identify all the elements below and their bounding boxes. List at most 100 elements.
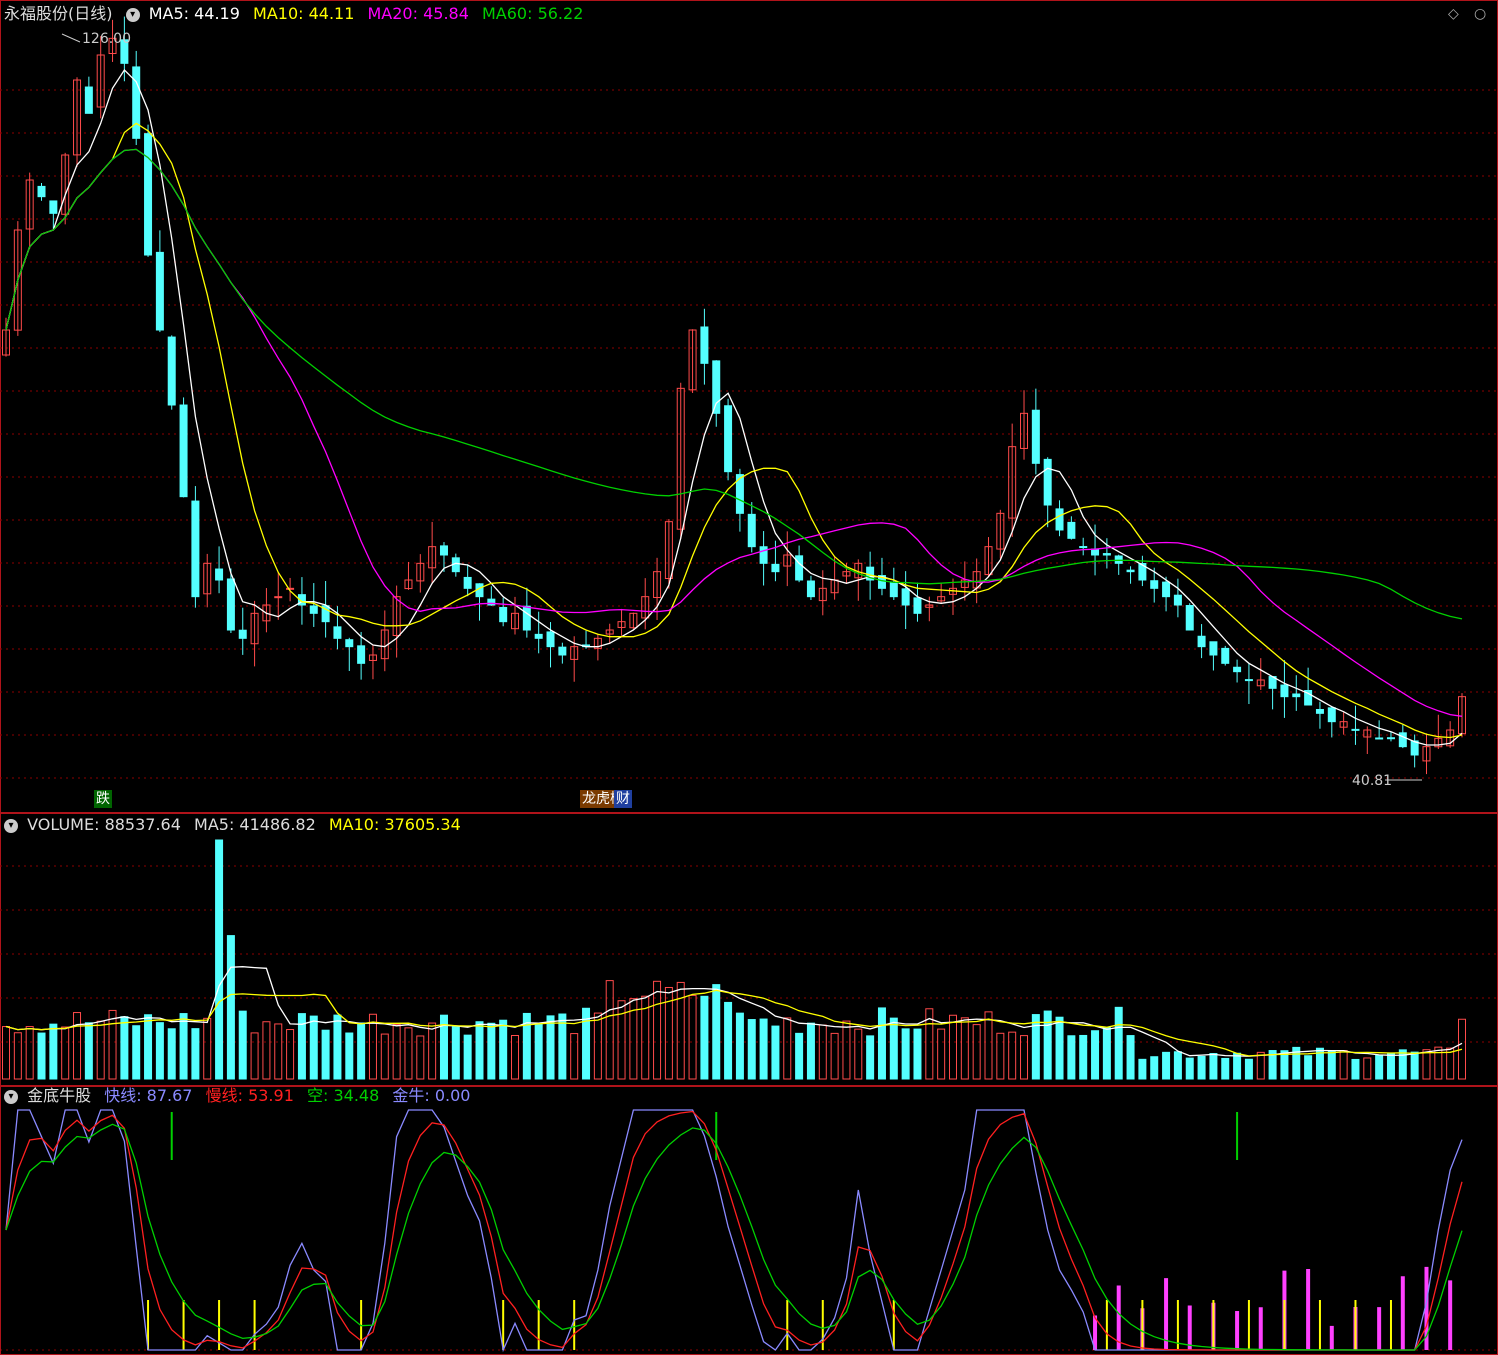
volume-bar xyxy=(1244,1058,1253,1080)
volume-bar xyxy=(428,1022,437,1080)
volume-bar xyxy=(357,1022,366,1080)
volume-bar xyxy=(1410,1051,1419,1080)
volume-bar xyxy=(309,1015,318,1080)
volume-bar xyxy=(1043,1010,1052,1080)
volume-bar xyxy=(380,1033,389,1080)
volume-bar xyxy=(226,935,235,1080)
volume-bar xyxy=(759,1018,768,1080)
volume-bar xyxy=(818,1024,827,1080)
volume-bar xyxy=(1008,1031,1017,1080)
volume-bar xyxy=(238,1010,247,1080)
volume-bar xyxy=(877,1007,886,1080)
volume-bar xyxy=(250,1032,259,1080)
volume-bar xyxy=(1031,1014,1040,1080)
volume-bar xyxy=(1114,1006,1123,1080)
volume-header: ▾ VOLUME: 88537.64 MA5: 41486.82 MA10: 3… xyxy=(4,815,469,835)
volume-bar xyxy=(37,1032,46,1080)
volume-bar xyxy=(167,1028,176,1080)
volume-bar xyxy=(1327,1050,1336,1080)
dropdown-icon[interactable]: ▾ xyxy=(4,818,18,833)
gold-bull-label: 金牛: 0.00 xyxy=(392,1086,471,1105)
volume-bar xyxy=(960,1017,969,1080)
volume-bar xyxy=(499,1019,508,1080)
empty-line-label: 空: 34.48 xyxy=(306,1086,380,1105)
volume-bar xyxy=(795,1032,804,1080)
volume-bar xyxy=(1398,1049,1407,1080)
volume-bar xyxy=(84,1022,93,1080)
volume-label: VOLUME: 88537.64 xyxy=(27,815,181,834)
volume-bar xyxy=(1375,1054,1384,1080)
volume-bar xyxy=(215,839,224,1080)
volume-bar xyxy=(1102,1027,1111,1080)
volume-bar xyxy=(1458,1018,1466,1080)
volume-bar xyxy=(262,1021,271,1080)
volume-bar xyxy=(854,1028,863,1080)
volume-bar xyxy=(286,1029,295,1080)
volume-bar xyxy=(203,1017,212,1080)
volume-bar xyxy=(937,1028,946,1080)
volume-bar xyxy=(108,1009,117,1080)
volume-ma5-label: MA5: 41486.82 xyxy=(194,815,316,834)
volume-bar xyxy=(179,1013,188,1080)
volume-bar xyxy=(1162,1051,1171,1080)
volume-bar xyxy=(2,1026,10,1080)
volume-bar xyxy=(487,1022,496,1080)
volume-bar xyxy=(735,1012,744,1080)
volume-bar xyxy=(700,995,709,1080)
volume-bar xyxy=(132,1025,141,1080)
volume-bar xyxy=(806,1022,815,1080)
volume-bar xyxy=(1138,1058,1147,1080)
volume-bar xyxy=(534,1023,543,1080)
volume-bar xyxy=(96,1020,105,1080)
volume-bar xyxy=(913,1028,922,1080)
volume-ma10-line xyxy=(5,989,1463,1057)
volume-bar xyxy=(368,1013,377,1080)
volume-bar xyxy=(144,1014,153,1080)
volume-bar xyxy=(73,1012,82,1080)
volume-bar xyxy=(1209,1053,1218,1080)
volume-bar xyxy=(1256,1051,1265,1080)
dropdown-icon[interactable]: ▾ xyxy=(4,1089,18,1104)
volume-bar xyxy=(61,1026,70,1080)
volume-bar xyxy=(712,984,721,1080)
volume-ma5-line xyxy=(5,966,1463,1057)
volume-bar xyxy=(570,1033,579,1080)
volume-bar xyxy=(1067,1035,1076,1080)
volume-bar xyxy=(1363,1057,1372,1080)
volume-bar xyxy=(984,1011,993,1080)
indicator-name: 金底牛股 xyxy=(27,1086,92,1105)
volume-bar xyxy=(1150,1056,1159,1080)
volume-bar xyxy=(191,1028,200,1080)
volume-bar xyxy=(1091,1030,1100,1080)
volume-bar xyxy=(1351,1058,1360,1080)
volume-bar xyxy=(345,1032,354,1080)
volume-bar xyxy=(783,1017,792,1080)
volume-bar xyxy=(830,1032,839,1080)
volume-bar xyxy=(605,980,614,1080)
volume-bar xyxy=(1304,1055,1313,1080)
fast-line-label: 快线: 87.67 xyxy=(104,1086,193,1105)
volume-bar xyxy=(49,1023,58,1080)
volume-bar xyxy=(392,1024,401,1080)
volume-bar xyxy=(1422,1049,1431,1080)
volume-bar xyxy=(120,1016,129,1080)
volume-bar xyxy=(972,1024,981,1080)
volume-bar xyxy=(546,1015,555,1080)
volume-bar xyxy=(889,1017,898,1080)
volume-bar xyxy=(321,1029,330,1080)
volume-bar xyxy=(1197,1055,1206,1080)
volume-bar xyxy=(1126,1035,1135,1080)
volume-bar xyxy=(653,980,662,1080)
volume-bar xyxy=(155,1022,164,1080)
slow-line-label: 慢线: 53.91 xyxy=(205,1086,294,1105)
volume-bar xyxy=(948,1014,957,1080)
volume-bar xyxy=(901,1028,910,1080)
indicator-panel xyxy=(0,1086,1498,1355)
volume-bar xyxy=(724,1001,733,1080)
volume-ma10-label: MA10: 37605.34 xyxy=(328,815,461,834)
volume-bar xyxy=(1079,1034,1088,1080)
volume-bar xyxy=(771,1025,780,1080)
volume-bar xyxy=(1185,1057,1194,1080)
volume-bar xyxy=(688,994,697,1080)
volume-bar xyxy=(1339,1050,1348,1080)
